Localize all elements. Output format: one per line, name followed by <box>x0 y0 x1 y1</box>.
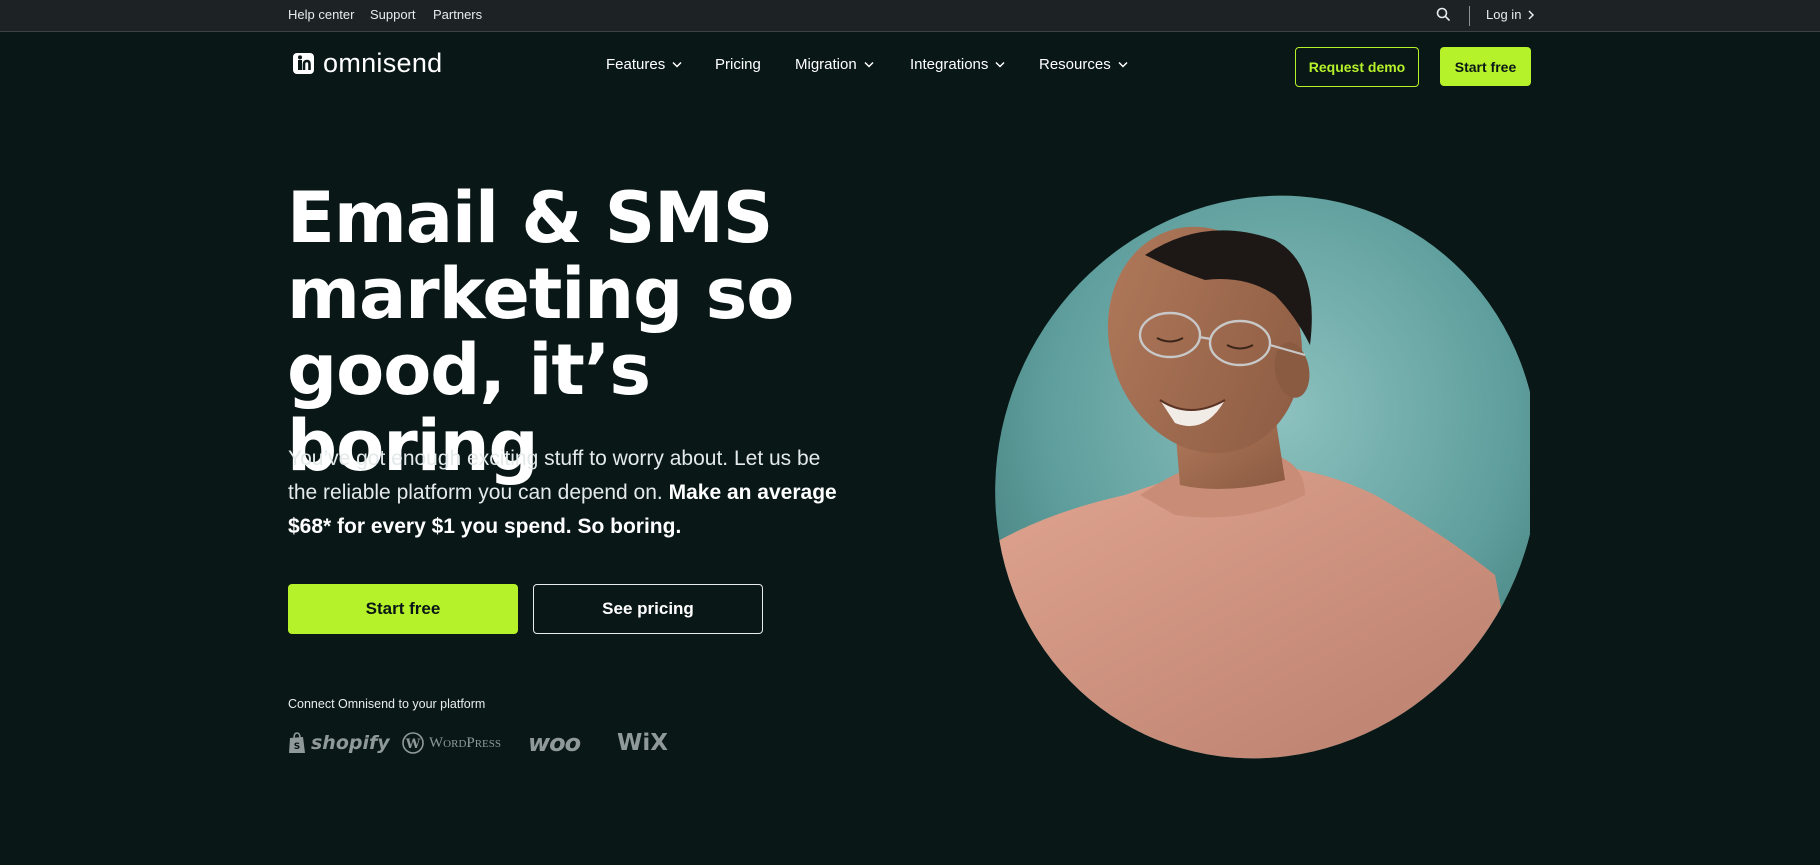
omnisend-logo[interactable]: omnisend <box>293 50 442 77</box>
wix-wordmark: WiX <box>617 730 668 756</box>
nav-migration[interactable]: Migration <box>795 56 874 73</box>
wordpress-icon: W <box>402 732 424 754</box>
woo-logo[interactable]: woo <box>528 728 581 758</box>
search-icon <box>1436 7 1450 21</box>
hero-title-line: Email & SMS <box>287 177 773 259</box>
wix-logo[interactable]: WiX <box>617 728 668 758</box>
nav-pricing[interactable]: Pricing <box>715 56 761 73</box>
request-demo-button[interactable]: Request demo <box>1295 47 1419 87</box>
support-link[interactable]: Support <box>370 7 416 22</box>
nav-integrations-label: Integrations <box>910 56 989 73</box>
omnisend-logo-icon <box>293 53 314 74</box>
nav-pricing-label: Pricing <box>715 56 761 73</box>
see-pricing-button[interactable]: See pricing <box>533 584 763 634</box>
connect-platform-label: Connect Omnisend to your platform <box>288 697 486 711</box>
partners-link[interactable]: Partners <box>433 7 482 22</box>
nav-features-label: Features <box>606 56 666 73</box>
topbar-divider <box>1469 6 1470 26</box>
nav-resources[interactable]: Resources <box>1039 56 1128 73</box>
shopify-logo[interactable]: S shopify <box>288 728 390 758</box>
hero-photo-man-smiling <box>975 195 1530 765</box>
wordpress-wordmark: WordPress <box>429 734 502 751</box>
nav-migration-label: Migration <box>795 56 857 73</box>
search-button[interactable] <box>1436 7 1454 25</box>
svg-text:W: W <box>405 737 421 752</box>
woo-wordmark: woo <box>528 729 581 757</box>
hero-title-line: marketing so <box>287 253 794 335</box>
hero-title: Email & SMS marketing so good, it’s bori… <box>287 180 907 484</box>
top-utility-bar: Help center Support Partners Log in <box>0 0 1820 32</box>
shopify-wordmark: shopify <box>311 732 390 754</box>
chevron-down-icon <box>864 61 874 68</box>
chevron-down-icon <box>995 61 1005 68</box>
logo-wordmark: omnisend <box>323 48 443 78</box>
login-label: Log in <box>1486 7 1522 22</box>
start-free-hero-button[interactable]: Start free <box>288 584 518 634</box>
login-link[interactable]: Log in <box>1486 7 1535 22</box>
chevron-down-icon <box>672 61 682 68</box>
shopify-bag-icon: S <box>289 732 305 753</box>
hero-subtitle: You’ve got enough exciting stuff to worr… <box>288 442 848 544</box>
nav-features[interactable]: Features <box>606 56 682 73</box>
wordpress-logo[interactable]: W WordPress <box>402 728 501 758</box>
svg-text:S: S <box>294 742 300 752</box>
nav-integrations[interactable]: Integrations <box>910 56 1005 73</box>
start-free-nav-button[interactable]: Start free <box>1440 47 1531 86</box>
help-center-link[interactable]: Help center <box>288 7 354 22</box>
chevron-down-icon <box>1118 61 1128 68</box>
nav-resources-label: Resources <box>1039 56 1111 73</box>
chevron-right-icon <box>1528 9 1535 20</box>
